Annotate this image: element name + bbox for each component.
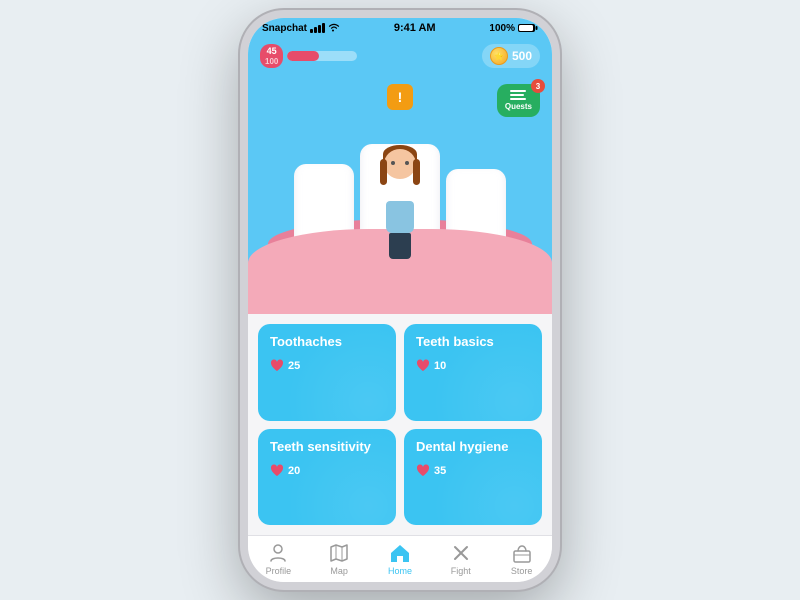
heart-icon-toothaches: [270, 359, 284, 373]
category-dental-hygiene-likes: 35: [416, 464, 530, 478]
time-label: 9:41 AM: [394, 22, 436, 34]
hair-right: [413, 159, 420, 185]
game-scene: ! 3: [248, 74, 552, 314]
category-teeth-sensitivity-title: Teeth sensitivity: [270, 439, 384, 456]
status-bar: Snapchat 9:41 AM 100%: [248, 18, 552, 38]
category-teeth-basics-likes: 10: [416, 359, 530, 373]
hp-bar-fill: [287, 51, 319, 61]
teeth-basics-like-count: 10: [434, 360, 446, 372]
heart-icon-dental-hygiene: [416, 464, 430, 478]
battery-icon: [518, 23, 538, 33]
status-left: Snapchat: [262, 23, 340, 34]
char-body: [386, 201, 414, 233]
battery-label: 100%: [489, 23, 515, 34]
char-head: [384, 149, 416, 179]
heart-icon-teeth-sensitivity: [270, 464, 284, 478]
quest-list-icon: [510, 90, 526, 100]
nav-store-label: Store: [511, 566, 533, 576]
categories-grid: Toothaches 25 Teeth basics 10 Teeth sens…: [248, 314, 552, 535]
heart-icon-teeth-basics: [416, 359, 430, 373]
quest-line-2: [510, 94, 524, 96]
carrier-label: Snapchat: [262, 23, 307, 34]
fight-icon: [450, 542, 472, 564]
coin-amount: 500: [512, 49, 532, 63]
category-teeth-basics-title: Teeth basics: [416, 334, 530, 351]
nav-fight[interactable]: Fight: [439, 542, 483, 576]
signal-icon: [310, 23, 325, 33]
toothaches-like-count: 25: [288, 360, 300, 372]
coin-container: ⭐ 500: [482, 44, 540, 68]
nav-home[interactable]: Home: [378, 542, 422, 576]
profile-icon: [267, 542, 289, 564]
wifi-icon: [328, 23, 340, 33]
nav-map-label: Map: [330, 566, 348, 576]
hp-max: 100: [265, 57, 278, 67]
nav-profile-label: Profile: [266, 566, 292, 576]
category-dental-hygiene-title: Dental hygiene: [416, 439, 530, 456]
char-legs: [389, 233, 411, 259]
nav-store[interactable]: Store: [500, 542, 544, 576]
hair-left: [380, 159, 387, 185]
quest-label: Quests: [505, 102, 532, 111]
nav-map[interactable]: Map: [317, 542, 361, 576]
category-teeth-basics[interactable]: Teeth basics 10: [404, 324, 542, 420]
nav-home-label: Home: [388, 566, 412, 576]
status-right: 100%: [489, 23, 538, 34]
nav-profile[interactable]: Profile: [256, 542, 300, 576]
game-character: [380, 145, 420, 259]
store-icon: [511, 542, 533, 564]
category-teeth-sensitivity-likes: 20: [270, 464, 384, 478]
hp-current: 45: [265, 46, 278, 57]
warning-symbol: !: [398, 89, 403, 105]
dental-hygiene-like-count: 35: [434, 465, 446, 477]
quest-line-3: [510, 98, 526, 100]
hp-container: 45 100: [260, 44, 357, 68]
game-header: 45 100 ⭐ 500: [248, 38, 552, 74]
map-icon: [328, 542, 350, 564]
nav-fight-label: Fight: [451, 566, 471, 576]
character-upper: [380, 145, 420, 205]
category-toothaches-title: Toothaches: [270, 334, 384, 351]
category-toothaches-likes: 25: [270, 359, 384, 373]
home-icon: [389, 542, 411, 564]
teeth-sensitivity-like-count: 20: [288, 465, 300, 477]
phone-frame: Snapchat 9:41 AM 100%: [240, 10, 560, 590]
warning-icon: !: [387, 84, 413, 110]
quests-button[interactable]: 3 Quests: [497, 84, 540, 117]
quest-line-1: [510, 90, 526, 92]
category-teeth-sensitivity[interactable]: Teeth sensitivity 20: [258, 429, 396, 525]
quest-badge: 3: [531, 79, 545, 93]
coin-icon: ⭐: [490, 47, 508, 65]
category-toothaches[interactable]: Toothaches 25: [258, 324, 396, 420]
hp-display: 45 100: [260, 44, 283, 68]
eye-right: [405, 161, 409, 165]
bottom-navigation: Profile Map Home: [248, 535, 552, 582]
hp-bar-background: [287, 51, 357, 61]
category-dental-hygiene[interactable]: Dental hygiene 35: [404, 429, 542, 525]
eye-left: [391, 161, 395, 165]
